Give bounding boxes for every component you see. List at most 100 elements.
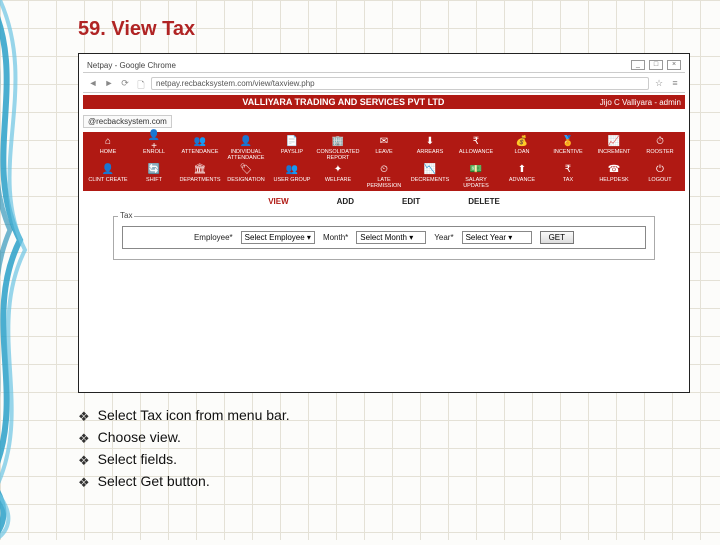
instruction-item: ❖ Select Tax icon from menu bar. (78, 407, 690, 427)
menu-item-label: INDIVIDUAL ATTENDANCE (225, 149, 267, 161)
menu-icon[interactable]: ≡ (669, 78, 681, 90)
instruction-text: Select fields. (98, 451, 177, 467)
menu-item-departments[interactable]: 🏛DEPARTMENTS (179, 162, 221, 189)
decrements-icon: 📉 (423, 162, 437, 176)
close-icon[interactable]: × (667, 60, 681, 70)
menu-item-attendance[interactable]: 👥ATTENDANCE (179, 134, 221, 161)
tab-view[interactable]: VIEW (268, 197, 288, 206)
clint-create-icon: 👤 (101, 162, 115, 176)
menu-item-clint-create[interactable]: 👤CLINT CREATE (87, 162, 129, 189)
salary-updates-icon: 💵 (469, 162, 483, 176)
menu-item-label: LATE PERMISSION (363, 177, 405, 189)
designation-icon: 🏷 (239, 162, 253, 176)
menu-item-label: CONSOLIDATED REPORT (317, 149, 360, 161)
menu-item-payslip[interactable]: 📄PAYSLIP (271, 134, 313, 161)
shift-icon: 🔄 (147, 162, 161, 176)
employee-select[interactable]: Select Employee ▾ (241, 231, 315, 244)
browser-titlebar: Netpay - Google Chrome _ □ × (83, 58, 685, 73)
menu-item-advance[interactable]: ⬆ADVANCE (501, 162, 543, 189)
company-name: VALLIYARA TRADING AND SERVICES PVT LTD (242, 97, 444, 107)
menu-item-label: WELFARE (325, 177, 351, 183)
tabs-row: VIEW ADD EDIT DELETE (83, 193, 685, 210)
menu-item-loan[interactable]: 💰LOAN (501, 134, 543, 161)
helpdesk-icon: ☎ (607, 162, 621, 176)
instructions-list: ❖ Select Tax icon from menu bar. ❖ Choose v… (78, 407, 690, 493)
menu-item-label: DESIGNATION (227, 177, 265, 183)
reload-icon[interactable]: ⟳ (119, 78, 131, 90)
enroll-icon: 👤+ (147, 134, 161, 148)
menu-item-allowance[interactable]: ₹ALLOWANCE (455, 134, 497, 161)
bullet-icon: ❖ (78, 429, 90, 449)
individual-attendance-icon: 👤 (239, 134, 253, 148)
email-label: @recbacksystem.com (83, 115, 172, 128)
current-user: Jijo C Valliyara - admin (600, 98, 681, 107)
forward-icon[interactable]: ► (103, 78, 115, 90)
month-label: Month* (323, 233, 348, 242)
year-select[interactable]: Select Year ▾ (462, 231, 532, 244)
leave-icon: ✉ (377, 134, 391, 148)
menu-item-decrements[interactable]: 📉DECREMENTS (409, 162, 451, 189)
menu-item-helpdesk[interactable]: ☎HELPDESK (593, 162, 635, 189)
get-button[interactable]: GET (540, 231, 574, 244)
menu-item-welfare[interactable]: ✦WELFARE (317, 162, 359, 189)
menu-item-label: USER GROUP (274, 177, 311, 183)
menu-item-label: DEPARTMENTS (179, 177, 220, 183)
menu-item-label: TAX (563, 177, 573, 183)
menu-item-label: DECREMENTS (411, 177, 450, 183)
menu-item-label: ADVANCE (509, 177, 535, 183)
bookmark-icon[interactable]: ☆ (653, 78, 665, 90)
menu-item-home[interactable]: ⌂HOME (87, 134, 129, 161)
departments-icon: 🏛 (193, 162, 207, 176)
menu-item-shift[interactable]: 🔄SHIFT (133, 162, 175, 189)
menu-item-arrears[interactable]: ⬇ARREARS (409, 134, 451, 161)
menu-item-designation[interactable]: 🏷DESIGNATION (225, 162, 267, 189)
window-controls: _ □ × (631, 60, 681, 70)
bullet-icon: ❖ (78, 473, 90, 493)
menu-item-rooster[interactable]: ⏱ROOSTER (639, 134, 681, 161)
menu-bar: ⌂HOME👤+ENROLL👥ATTENDANCE👤INDIVIDUAL ATTE… (83, 132, 685, 191)
back-icon[interactable]: ◄ (87, 78, 99, 90)
app-header: VALLIYARA TRADING AND SERVICES PVT LTD J… (83, 95, 685, 109)
maximize-icon[interactable]: □ (649, 60, 663, 70)
payslip-icon: 📄 (285, 134, 299, 148)
incentive-icon: 🏅 (561, 134, 575, 148)
instruction-text: Select Get button. (98, 473, 210, 489)
employee-label: Employee* (194, 233, 233, 242)
arrears-icon: ⬇ (423, 134, 437, 148)
welfare-icon: ✦ (331, 162, 345, 176)
bullet-icon: ❖ (78, 407, 90, 427)
tab-add[interactable]: ADD (337, 197, 354, 206)
menu-item-consolidated-report[interactable]: 🏢CONSOLIDATED REPORT (317, 134, 359, 161)
instruction-text: Choose view. (98, 429, 181, 445)
menu-item-tax[interactable]: ₹TAX (547, 162, 589, 189)
tab-edit[interactable]: EDIT (402, 197, 420, 206)
menu-item-user-group[interactable]: 👥USER GROUP (271, 162, 313, 189)
logout-icon: ⏻ (653, 162, 667, 176)
month-select[interactable]: Select Month ▾ (356, 231, 426, 244)
attendance-icon: 👥 (193, 134, 207, 148)
menu-item-logout[interactable]: ⏻LOGOUT (639, 162, 681, 189)
loan-icon: 💰 (515, 134, 529, 148)
instruction-item: ❖ Choose view. (78, 429, 690, 449)
instruction-item: ❖ Select Get button. (78, 473, 690, 493)
tax-icon: ₹ (561, 162, 575, 176)
menu-item-label: PAYSLIP (281, 149, 303, 155)
menu-item-salary-updates[interactable]: 💵SALARY UPDATES (455, 162, 497, 189)
menu-item-label: ROOSTER (646, 149, 673, 155)
menu-item-incentive[interactable]: 🏅INCENTIVE (547, 134, 589, 161)
menu-item-enroll[interactable]: 👤+ENROLL (133, 134, 175, 161)
menu-item-leave[interactable]: ✉LEAVE (363, 134, 405, 161)
menu-item-label: SALARY UPDATES (455, 177, 497, 189)
menu-item-late-permission[interactable]: ⏲LATE PERMISSION (363, 162, 405, 189)
menu-item-increment[interactable]: 📈INCREMENT (593, 134, 635, 161)
allowance-icon: ₹ (469, 134, 483, 148)
menu-item-label: LEAVE (375, 149, 392, 155)
bullet-icon: ❖ (78, 451, 90, 471)
minimize-icon[interactable]: _ (631, 60, 645, 70)
menu-item-label: HOME (100, 149, 117, 155)
menu-item-individual-attendance[interactable]: 👤INDIVIDUAL ATTENDANCE (225, 134, 267, 161)
url-bar[interactable]: netpay.recbacksystem.com/view/taxview.ph… (151, 77, 649, 90)
window-title: Netpay - Google Chrome (87, 61, 176, 70)
instruction-text: Select Tax icon from menu bar. (98, 407, 290, 423)
tab-delete[interactable]: DELETE (468, 197, 500, 206)
